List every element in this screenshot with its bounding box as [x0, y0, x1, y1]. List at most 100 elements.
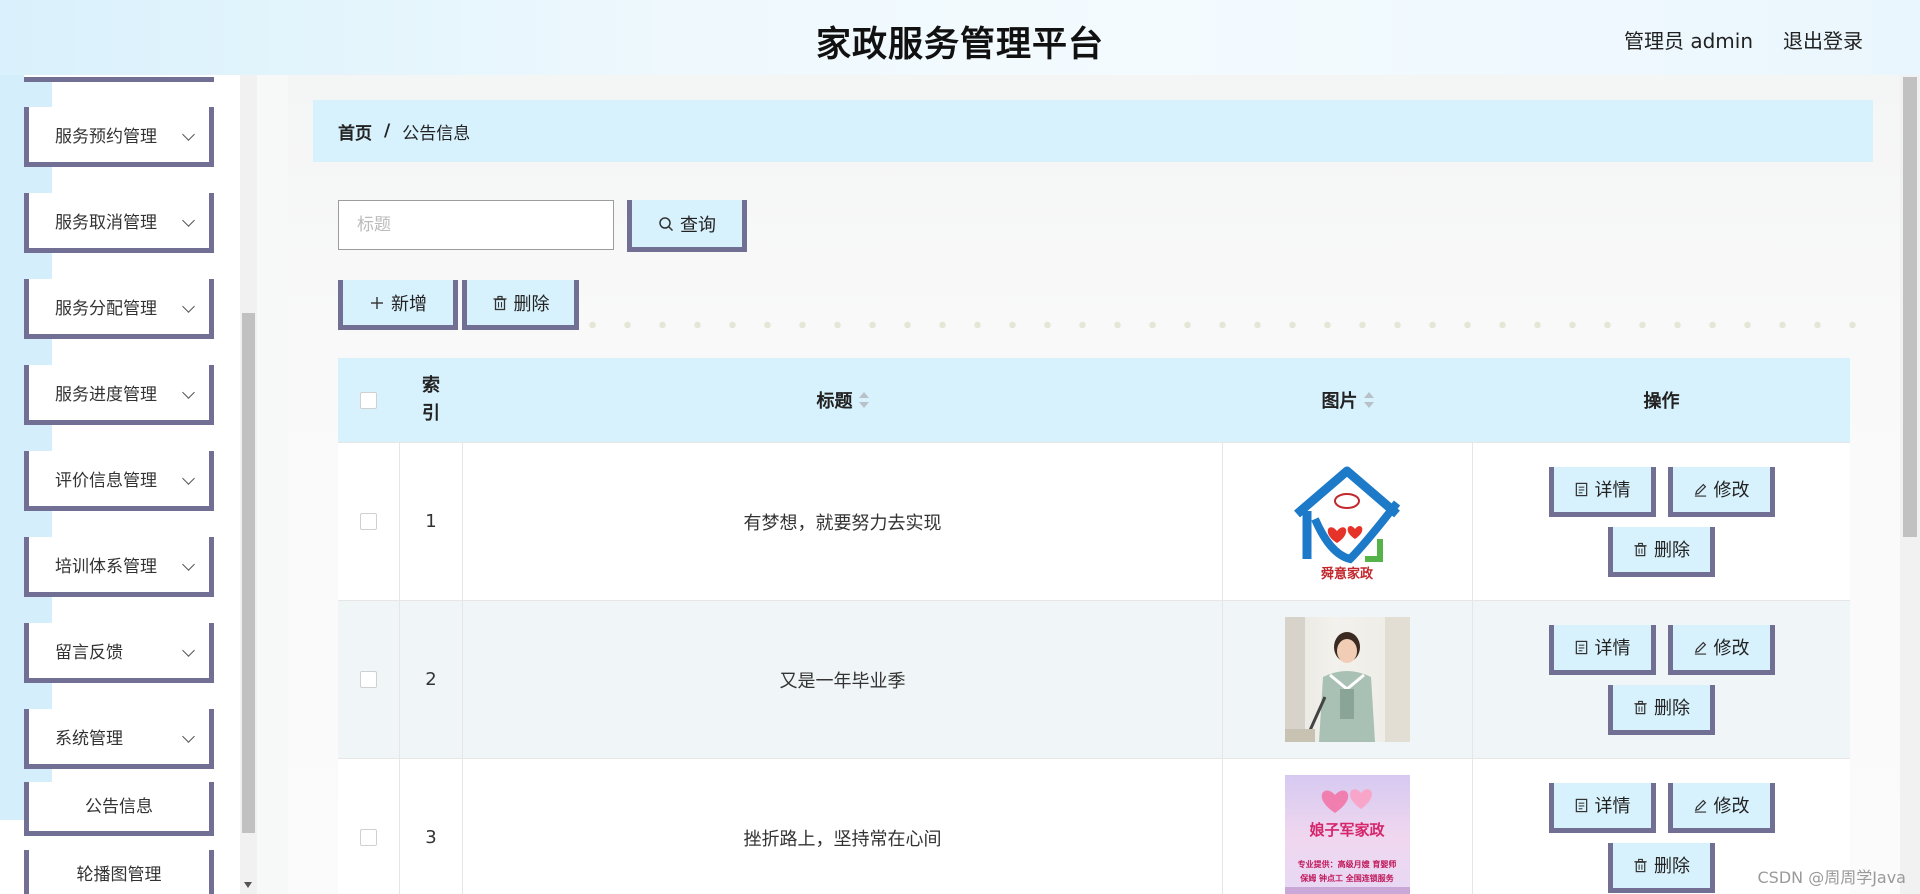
chevron-down-icon — [182, 128, 195, 141]
edit-button[interactable]: 修改 — [1667, 624, 1775, 675]
trash-icon — [1634, 858, 1647, 872]
edit-label: 修改 — [1713, 638, 1750, 659]
sidebar-item-partial[interactable] — [24, 75, 214, 82]
chevron-down-icon — [182, 386, 195, 399]
poster-image: 娘子军家政 专业提供：高级月嫂 育婴师 保姆 钟点工 全国连锁服务 — [1285, 789, 1410, 894]
delete-label: 删除 — [1654, 856, 1690, 877]
sort-icon[interactable] — [858, 392, 869, 408]
row-checkbox[interactable] — [360, 513, 377, 530]
breadcrumb: 首页 / 公告信息 — [313, 100, 1873, 162]
edit-button[interactable]: 修改 — [1667, 466, 1775, 517]
detail-button[interactable]: 详情 — [1548, 624, 1656, 675]
sidebar-subitem-notice[interactable]: 公告信息 — [24, 782, 214, 836]
breadcrumb-home[interactable]: 首页 — [338, 119, 372, 144]
chevron-down-icon — [182, 558, 195, 571]
header-image[interactable]: 图片 — [1223, 358, 1473, 442]
row-index: 2 — [400, 601, 463, 758]
edit-button[interactable]: 修改 — [1667, 782, 1775, 833]
header-ops: 操作 — [1473, 358, 1850, 442]
chevron-down-icon — [182, 644, 195, 657]
sidebar-item-service-assign[interactable]: 服务分配管理 — [24, 279, 214, 339]
sidebar-subitem-carousel[interactable]: 轮播图管理 — [24, 850, 214, 894]
add-button[interactable]: 新增 — [338, 280, 458, 330]
sidebar-item-label: 服务进度管理 — [55, 385, 157, 405]
row-select[interactable] — [338, 759, 400, 894]
header-select-all[interactable] — [338, 358, 400, 442]
notice-table: 索 引 标题 图片 操作 1 有梦想，就要努力去实现 舜意家政 详情 修改 删除… — [338, 358, 1850, 894]
housekeeper-photo — [1285, 617, 1410, 742]
watermark: CSDN @周周学Java — [1757, 868, 1906, 887]
detail-label: 详情 — [1594, 796, 1631, 817]
batch-delete-button[interactable]: 删除 — [462, 280, 579, 330]
breadcrumb-separator: / — [384, 121, 391, 141]
scrollbar-thumb[interactable] — [242, 313, 255, 833]
edit-icon — [1694, 483, 1706, 497]
photo-thumbnail[interactable] — [1285, 617, 1410, 742]
row-title: 又是一年毕业季 — [463, 601, 1223, 758]
row-checkbox[interactable] — [360, 671, 377, 688]
sidebar-item-label: 系统管理 — [55, 729, 123, 749]
delete-label: 删除 — [1654, 540, 1690, 561]
row-image: 娘子军家政 专业提供：高级月嫂 育婴师 保姆 钟点工 全国连锁服务 — [1223, 759, 1473, 894]
svg-text:娘子军家政: 娘子军家政 — [1309, 821, 1385, 839]
chevron-down-icon — [182, 472, 195, 485]
logout-link[interactable]: 退出登录 — [1783, 25, 1863, 54]
edit-icon — [1694, 799, 1706, 813]
search-button-label: 查询 — [680, 214, 716, 236]
sidebar: 服务预约管理 服务取消管理 服务分配管理 服务进度管理 评价信息管理 培训体系管… — [0, 75, 240, 894]
select-all-checkbox[interactable] — [360, 391, 377, 409]
title-search-input[interactable] — [338, 200, 614, 250]
sidebar-item-feedback[interactable]: 留言反馈 — [24, 623, 214, 683]
trash-icon — [1634, 542, 1647, 556]
sidebar-item-system[interactable]: 系统管理 — [24, 709, 214, 769]
svg-text:舜意家政: 舜意家政 — [1321, 566, 1374, 582]
sidebar-item-training[interactable]: 培训体系管理 — [24, 537, 214, 597]
sort-icon[interactable] — [1363, 392, 1374, 408]
header-index-label: 索 引 — [422, 375, 440, 424]
sidebar-item-review[interactable]: 评价信息管理 — [24, 451, 214, 511]
trash-icon — [1634, 700, 1647, 714]
chevron-down-icon — [182, 214, 195, 227]
row-select[interactable] — [338, 443, 400, 600]
row-select[interactable] — [338, 601, 400, 758]
logo-thumbnail[interactable]: 舜意家政 — [1285, 459, 1410, 584]
trash-icon — [493, 295, 506, 310]
row-title: 有梦想，就要努力去实现 — [463, 443, 1223, 600]
row-checkbox[interactable] — [360, 829, 377, 846]
delete-button[interactable]: 删除 — [1608, 842, 1715, 893]
sidebar-item-label: 培训体系管理 — [55, 557, 157, 577]
search-button[interactable]: 查询 — [627, 200, 747, 252]
row-image — [1223, 601, 1473, 758]
search-icon — [659, 216, 674, 231]
scrollbar-thumb[interactable] — [1903, 77, 1917, 537]
delete-button[interactable]: 删除 — [1608, 526, 1715, 577]
sidebar-item-label: 留言反馈 — [55, 643, 123, 663]
delete-label: 删除 — [1654, 698, 1690, 719]
delete-button[interactable]: 删除 — [1608, 684, 1715, 735]
table-row: 2 又是一年毕业季 详情 修改 删除 — [338, 600, 1850, 758]
svg-text:专业提供：高级月嫂 育婴师: 专业提供：高级月嫂 育婴师 — [1298, 859, 1397, 869]
header-title-label: 标题 — [816, 391, 853, 412]
header-title[interactable]: 标题 — [463, 358, 1223, 442]
batch-delete-label: 删除 — [513, 293, 550, 315]
detail-button[interactable]: 详情 — [1548, 782, 1656, 833]
current-user: 管理员 admin — [1623, 29, 1753, 53]
sidebar-scrollbar[interactable] — [240, 75, 257, 894]
top-header: 家政服务管理平台 管理员 admin 退出登录 — [0, 0, 1920, 75]
table-row: 1 有梦想，就要努力去实现 舜意家政 详情 修改 删除 — [338, 442, 1850, 600]
breadcrumb-current: 公告信息 — [402, 123, 471, 144]
sidebar-item-label: 评价信息管理 — [55, 471, 157, 491]
header-index: 索 引 — [400, 358, 463, 442]
header-image-label: 图片 — [1321, 391, 1358, 412]
row-ops: 详情 修改 删除 — [1473, 443, 1850, 600]
page-scrollbar[interactable] — [1900, 75, 1920, 894]
edit-label: 修改 — [1713, 480, 1750, 501]
scroll-down-arrow-icon[interactable] — [244, 882, 252, 888]
sidebar-item-service-cancel[interactable]: 服务取消管理 — [24, 193, 214, 253]
sidebar-item-service-progress[interactable]: 服务进度管理 — [24, 365, 214, 425]
row-ops: 详情 修改 删除 — [1473, 601, 1850, 758]
detail-button[interactable]: 详情 — [1548, 466, 1656, 517]
poster-thumbnail[interactable]: 娘子军家政 专业提供：高级月嫂 育婴师 保姆 钟点工 全国连锁服务 — [1285, 775, 1410, 894]
sidebar-item-service-booking[interactable]: 服务预约管理 — [24, 107, 214, 167]
svg-text:保姆 钟点工 全国连锁服务: 保姆 钟点工 全国连锁服务 — [1299, 873, 1395, 883]
